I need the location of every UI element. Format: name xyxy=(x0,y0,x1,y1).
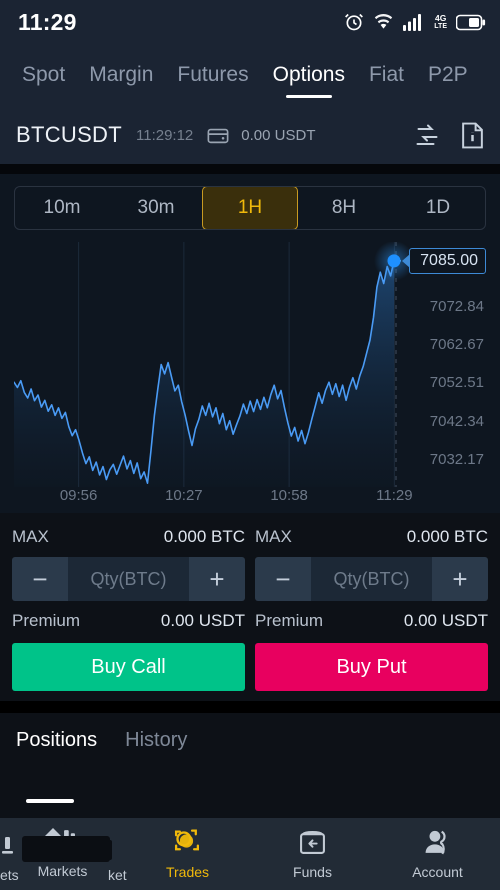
bar-chart-icon xyxy=(49,829,76,859)
buy-call-button[interactable]: Buy Call xyxy=(12,643,245,691)
nav-item-trades[interactable]: Trades xyxy=(125,828,250,880)
y-axis-tick: 7042.34 xyxy=(429,412,484,430)
status-time: 11:29 xyxy=(18,8,77,35)
put-decrement-button[interactable]: − xyxy=(255,557,311,601)
put-increment-button[interactable]: + xyxy=(432,557,488,601)
top-tab-bar[interactable]: Spot Margin Futures Options Fiat P2P xyxy=(0,44,500,106)
tab-p2p[interactable]: P2P xyxy=(416,44,480,106)
lte-sublabel: LTE xyxy=(434,22,447,30)
tab-futures[interactable]: Futures xyxy=(165,44,260,106)
current-price-tag: 7085.00 xyxy=(409,247,486,274)
tab-history[interactable]: History xyxy=(125,729,187,791)
nav-label-funds: Funds xyxy=(293,863,332,880)
call-max-value: 0.000 BTC xyxy=(163,527,245,546)
signal-bars-icon xyxy=(403,13,425,31)
timeframe-10m[interactable]: 10m xyxy=(15,187,109,229)
call-column: MAX 0.000 BTC − Qty(BTC) + Premium 0.00 … xyxy=(12,527,245,691)
y-axis-tick: 7072.84 xyxy=(429,297,484,315)
symbol-header: BTCUSDT 11:29:12 0.00 USDT xyxy=(0,106,500,164)
x-axis-tick: 09:56 xyxy=(59,487,98,504)
call-increment-button[interactable]: + xyxy=(189,557,245,601)
price-chart[interactable]: 7085.00 7072.84 7062.67 7052.51 7042.34 7032… xyxy=(14,242,486,487)
nav-label-account: Account xyxy=(412,863,463,880)
chart-y-axis: 7085.00 7072.84 7062.67 7052.51 7042.34 7032… xyxy=(394,242,486,487)
timeframe-1h[interactable]: 1H xyxy=(202,187,298,229)
panel-divider xyxy=(0,701,500,713)
lte-icon: 4G LTE xyxy=(434,14,447,30)
y-axis-tick: 7062.67 xyxy=(429,336,484,353)
put-max-label: MAX xyxy=(255,527,292,546)
put-max-value: 0.000 BTC xyxy=(406,527,488,546)
tab-margin[interactable]: Margin xyxy=(77,44,165,106)
nav-label-markets: Markets xyxy=(37,863,88,879)
bottom-navigation[interactable]: Markets Trades Funds Account ets ket xyxy=(0,818,500,890)
app-root: 11:29 4G LTE Spot Margin Futures Options… xyxy=(0,0,500,890)
alarm-clock-icon xyxy=(344,12,364,32)
status-bar: 11:29 4G LTE xyxy=(0,0,500,44)
timeframe-1d[interactable]: 1D xyxy=(391,187,485,229)
nav-item-markets[interactable]: Markets xyxy=(0,829,125,879)
x-axis-tick: 10:58 xyxy=(270,487,308,504)
y-axis-tick: 7052.51 xyxy=(429,374,484,392)
symbol-name[interactable]: BTCUSDT xyxy=(16,122,122,148)
chart-section: 10m 30m 1H 8H 1D 7085.00 7072.84 7062.67… xyxy=(0,174,500,513)
y-axis-tick: 7032.17 xyxy=(429,450,484,468)
timeframe-selector[interactable]: 10m 30m 1H 8H 1D xyxy=(14,186,486,230)
put-max-row: MAX 0.000 BTC xyxy=(255,527,488,547)
put-premium-label: Premium xyxy=(255,611,324,630)
buy-put-button[interactable]: Buy Put xyxy=(255,643,488,691)
put-premium-value: 0.00 USDT xyxy=(403,611,488,630)
timeframe-30m[interactable]: 30m xyxy=(109,187,203,229)
tab-options[interactable]: Options xyxy=(261,44,357,106)
call-decrement-button[interactable]: − xyxy=(12,557,68,601)
x-axis-tick: 10:27 xyxy=(165,487,203,504)
tab-spot[interactable]: Spot xyxy=(10,44,77,106)
call-max-label: MAX xyxy=(12,527,49,546)
call-premium-row: Premium 0.00 USDT xyxy=(12,611,245,631)
positions-tab-bar[interactable]: Positions History xyxy=(0,713,500,803)
put-quantity-stepper[interactable]: − Qty(BTC) + xyxy=(255,557,488,601)
put-quantity-input[interactable]: Qty(BTC) xyxy=(311,557,432,601)
timeframe-8h[interactable]: 8H xyxy=(297,187,391,229)
symbol-timestamp: 11:29:12 xyxy=(136,126,194,144)
trades-circle-icon xyxy=(173,828,202,860)
tab-positions[interactable]: Positions xyxy=(16,729,97,803)
account-person-icon xyxy=(424,829,451,860)
tab-fiat[interactable]: Fiat xyxy=(357,44,416,106)
lte-label: 4G xyxy=(434,13,447,24)
transfer-arrows-icon[interactable] xyxy=(414,122,441,148)
status-icon-group: 4G LTE xyxy=(344,12,486,32)
nav-label-trades: Trades xyxy=(165,864,210,880)
call-premium-label: Premium xyxy=(12,611,81,630)
nav-item-funds[interactable]: Funds xyxy=(250,829,375,880)
x-axis-tick: 11:29 xyxy=(376,487,413,504)
battery-icon xyxy=(456,14,486,31)
nav-item-account[interactable]: Account xyxy=(375,829,500,880)
put-column: MAX 0.000 BTC − Qty(BTC) + Premium 0.00 … xyxy=(255,527,488,691)
trade-panel: MAX 0.000 BTC − Qty(BTC) + Premium 0.00 … xyxy=(0,513,500,701)
chart-x-axis: 09:56 10:27 10:58 11:29 xyxy=(14,487,486,513)
put-premium-row: Premium 0.00 USDT xyxy=(255,611,488,631)
wallet-icon[interactable] xyxy=(207,126,229,145)
call-premium-value: 0.00 USDT xyxy=(160,611,245,630)
header-divider xyxy=(0,164,500,174)
call-quantity-input[interactable]: Qty(BTC) xyxy=(68,557,189,601)
call-max-row: MAX 0.000 BTC xyxy=(12,527,245,547)
call-quantity-stepper[interactable]: − Qty(BTC) + xyxy=(12,557,245,601)
wifi-icon xyxy=(373,12,394,32)
info-document-icon[interactable] xyxy=(461,122,484,149)
wallet-balance: 0.00 USDT xyxy=(241,126,316,144)
funds-briefcase-icon xyxy=(299,829,326,860)
